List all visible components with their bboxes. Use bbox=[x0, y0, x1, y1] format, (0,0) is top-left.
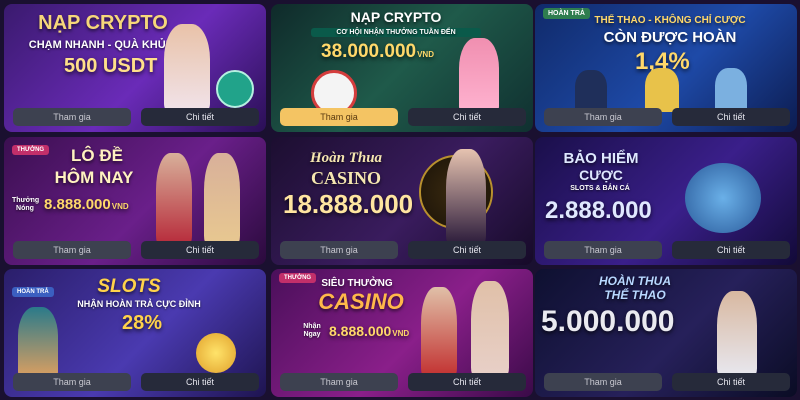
model-image bbox=[446, 149, 486, 245]
card-title-line2: CÒN ĐƯỢC HOÀN bbox=[603, 29, 737, 46]
category-tag: HOÀN TRẢ bbox=[12, 287, 54, 297]
join-button[interactable]: Tham gia bbox=[13, 241, 131, 259]
model-image bbox=[717, 291, 757, 377]
model-image bbox=[645, 68, 679, 112]
detail-button[interactable]: Chi tiết bbox=[141, 108, 259, 126]
model-image bbox=[156, 153, 192, 245]
promotions-grid: NẠP CRYPTO CHẠM NHANH - QUÀ KHỦNG 500 US… bbox=[0, 0, 800, 400]
detail-button[interactable]: Chi tiết bbox=[672, 373, 790, 391]
join-button[interactable]: Tham gia bbox=[280, 373, 398, 391]
amount-unit: VND bbox=[111, 202, 129, 211]
tether-coin-icon bbox=[216, 70, 254, 108]
card-amount: 5.000.000 bbox=[541, 305, 675, 338]
join-button[interactable]: Tham gia bbox=[13, 373, 131, 391]
promo-card-sports-rebate: HOÀN TRẢ THỂ THAO - KHÔNG CHỈ CƯỢC CÒN Đ… bbox=[535, 4, 797, 132]
card-title-line2: CƯỢC bbox=[579, 167, 623, 183]
detail-button[interactable]: Chi tiết bbox=[408, 373, 526, 391]
join-button[interactable]: Tham gia bbox=[280, 241, 398, 259]
amount-unit: VND bbox=[392, 329, 410, 338]
amount-unit: VND bbox=[417, 50, 434, 59]
promo-card-lottery-today: THƯỞNG LÔ ĐỀ HÔM NAY Thưởng Nóng 8.888.0… bbox=[4, 137, 266, 265]
model-image bbox=[421, 287, 457, 377]
card-amount: 500 USDT bbox=[64, 55, 158, 77]
promo-card-casino-rebate: Hoàn Thua CASINO 18.888.000 Tham gia Chi… bbox=[271, 137, 533, 265]
athlete-image bbox=[575, 70, 607, 112]
card-title-line1: LÔ ĐỀ bbox=[71, 146, 123, 165]
card-title-line2: THỂ THAO bbox=[604, 288, 666, 302]
card-amount: 8.888.000VND bbox=[329, 324, 409, 338]
card-title: NẠP CRYPTO bbox=[350, 9, 442, 25]
promo-card-super-casino-bonus: THƯỞNG SIÊU THƯỞNG CASINO Nhận Ngay 8.88… bbox=[271, 269, 533, 397]
card-title: SLOTS bbox=[97, 276, 161, 297]
promo-card-crypto-weekly: NẠP CRYPTO CƠ HỘI NHẬN THƯỞNG TUẦN ĐẾN 3… bbox=[271, 4, 533, 132]
card-title: NẠP CRYPTO bbox=[38, 12, 168, 34]
amount-value: 8.888.000 bbox=[329, 323, 392, 339]
amount-label: Thưởng Nóng bbox=[12, 197, 40, 212]
pufferfish-mascot-image bbox=[196, 333, 236, 373]
detail-button[interactable]: Chi tiết bbox=[141, 241, 259, 259]
card-subtitle: CƠ HỘI NHẬN THƯỞNG TUẦN ĐẾN bbox=[311, 28, 481, 37]
card-title-line1: HOÀN THUA bbox=[599, 274, 671, 288]
promo-card-sports-loss-rebate: HOÀN THUA THỂ THAO 5.000.000 Tham gia Ch… bbox=[535, 269, 797, 397]
card-subtitle: SLOTS & BẮN CÁ bbox=[570, 185, 630, 192]
amount-value: 38.000.000 bbox=[321, 41, 417, 62]
detail-button[interactable]: Chi tiết bbox=[141, 373, 259, 391]
promo-card-slots-rebate: HOÀN TRẢ SLOTS NHẬN HOÀN TRẢ CỰC ĐỈNH 28… bbox=[4, 269, 266, 397]
join-button[interactable]: Tham gia bbox=[544, 373, 662, 391]
card-amount: 18.888.000 bbox=[283, 189, 414, 219]
card-title-line2: CASINO bbox=[318, 289, 404, 314]
card-amount: 8.888.000VND bbox=[44, 197, 129, 212]
detail-button[interactable]: Chi tiết bbox=[672, 241, 790, 259]
card-title-line2: CASINO bbox=[310, 168, 381, 188]
join-button[interactable]: Tham gia bbox=[13, 108, 131, 126]
card-subtitle: NHẬN HOÀN TRẢ CỰC ĐỈNH bbox=[77, 299, 201, 309]
join-button[interactable]: Tham gia bbox=[280, 108, 398, 126]
promo-card-crypto-usdt: NẠP CRYPTO CHẠM NHANH - QUÀ KHỦNG 500 US… bbox=[4, 4, 266, 132]
card-title-line1: BẢO HIỂM bbox=[563, 150, 639, 167]
join-button[interactable]: Tham gia bbox=[544, 108, 662, 126]
card-title-line1: THỂ THAO - KHÔNG CHỈ CƯỢC bbox=[594, 15, 746, 26]
detail-button[interactable]: Chi tiết bbox=[408, 241, 526, 259]
amount-value: 8.888.000 bbox=[44, 196, 111, 213]
model-image bbox=[459, 38, 499, 114]
amount-label: Nhận Ngay bbox=[303, 323, 321, 338]
card-amount: 28% bbox=[122, 312, 163, 334]
character-image bbox=[18, 307, 58, 379]
card-title-line2: HÔM NAY bbox=[54, 168, 134, 187]
model-image bbox=[164, 24, 210, 112]
model-image bbox=[204, 153, 240, 245]
card-amount: 38.000.000VND bbox=[321, 42, 434, 61]
join-button[interactable]: Tham gia bbox=[544, 241, 662, 259]
card-amount: 2.888.000 bbox=[545, 197, 652, 224]
card-title-line1: SIÊU THƯỞNG bbox=[321, 278, 393, 289]
card-title-line1: Hoàn Thua bbox=[309, 150, 383, 166]
promo-card-bet-insurance: BẢO HIỂM CƯỢC SLOTS & BẮN CÁ 2.888.000 T… bbox=[535, 137, 797, 265]
category-tag: THƯỞNG bbox=[12, 145, 50, 155]
detail-button[interactable]: Chi tiết bbox=[408, 108, 526, 126]
shark-mascot-image bbox=[685, 163, 761, 233]
detail-button[interactable]: Chi tiết bbox=[672, 108, 790, 126]
athlete-image bbox=[715, 68, 747, 112]
model-image bbox=[471, 281, 509, 377]
